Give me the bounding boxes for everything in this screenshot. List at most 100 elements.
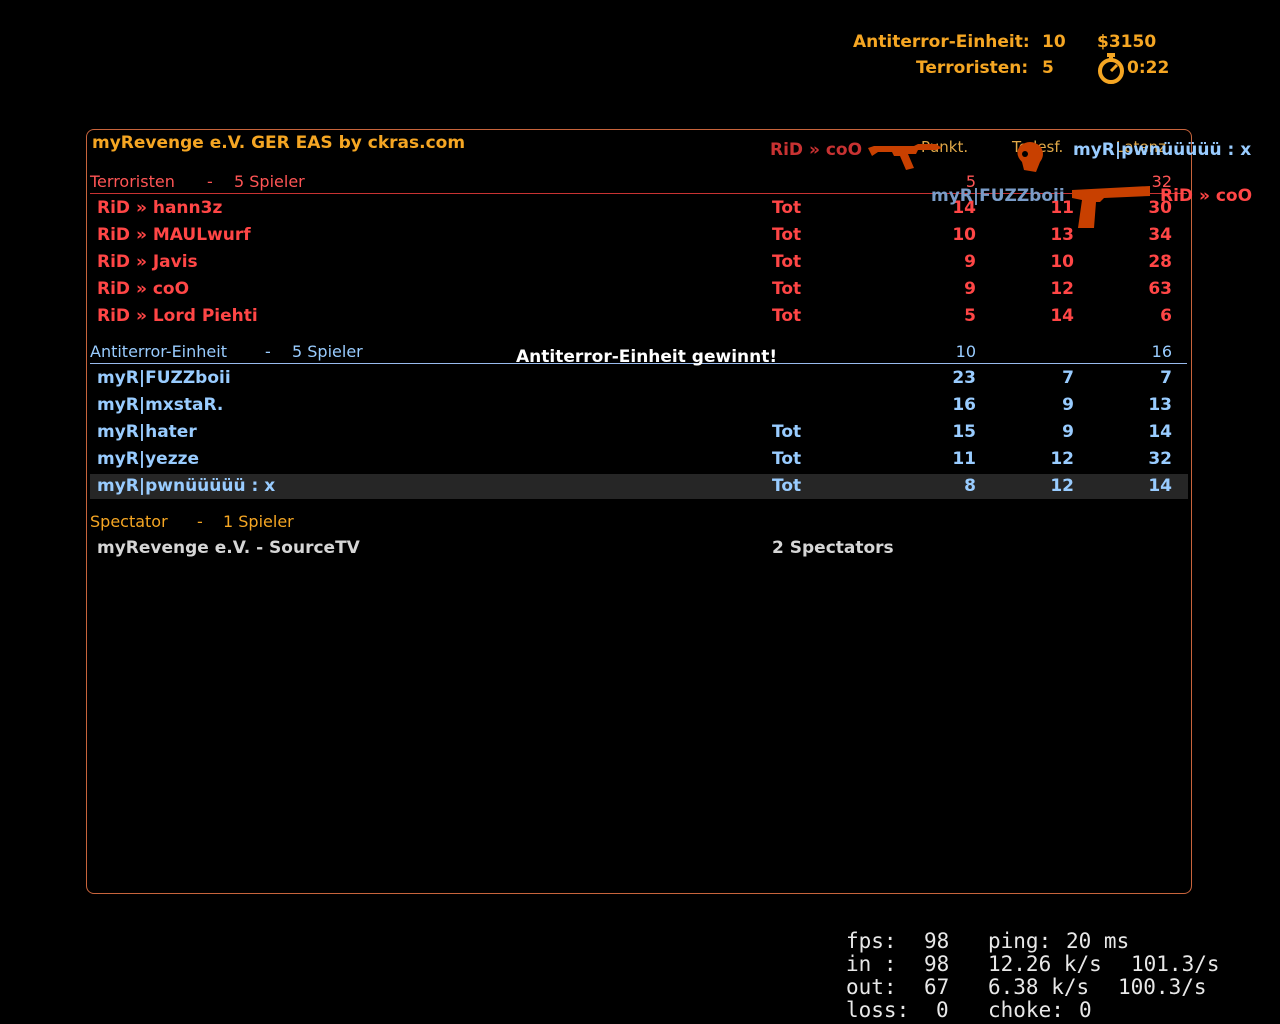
- net-out-rate: 6.38 k/s: [988, 975, 1090, 999]
- player-latency: 28: [1148, 252, 1172, 272]
- net-ping-label: ping:: [988, 929, 1052, 953]
- net-in-rate: 12.26 k/s: [988, 952, 1102, 976]
- net-in-label: in :: [846, 952, 897, 976]
- stopwatch-icon: [1096, 52, 1126, 89]
- net-graph: fps: 98 ping: 20 ms in : 98 12.26 k/s 10…: [846, 930, 1266, 1022]
- player-deaths: 9: [1062, 395, 1074, 415]
- player-score: 5: [964, 306, 976, 326]
- player-score: 23: [952, 368, 976, 388]
- player-status: Tot: [772, 279, 802, 299]
- table-row[interactable]: RiD » Lord Piehti Tot 5 14 6: [0, 306, 1280, 330]
- net-choke-label: choke:: [988, 998, 1064, 1022]
- player-score: 11: [952, 449, 976, 469]
- net-ping: 20 ms: [1066, 929, 1130, 953]
- ak47-icon: [866, 138, 944, 176]
- player-status: Tot: [772, 252, 802, 272]
- player-latency: 7: [1160, 368, 1172, 388]
- ct-score: 10: [1042, 32, 1066, 52]
- spectator-name: myRevenge e.V. - SourceTV: [97, 538, 360, 558]
- player-score: 8: [964, 476, 976, 496]
- player-status: Tot: [772, 449, 802, 469]
- team-ct-score: 10: [955, 342, 976, 361]
- player-name: myR|FUZZboii: [97, 368, 231, 388]
- net-choke: 0: [1079, 998, 1092, 1022]
- player-name: myR|yezze: [97, 449, 200, 469]
- table-row[interactable]: myR|hater Tot 15 9 14: [0, 422, 1280, 446]
- team-ct-sep: -: [265, 342, 271, 361]
- net-loss-label: loss:: [846, 998, 910, 1022]
- player-status: Tot: [772, 225, 802, 245]
- table-row[interactable]: myR|FUZZboii 23 7 7: [0, 368, 1280, 392]
- player-name: RiD » coO: [97, 279, 190, 299]
- player-latency: 14: [1148, 422, 1172, 442]
- player-deaths: 12: [1050, 449, 1074, 469]
- player-name: myR|hater: [97, 422, 197, 442]
- player-name: RiD » Javis: [97, 252, 198, 272]
- player-latency: 14: [1148, 476, 1172, 496]
- player-deaths: 12: [1050, 476, 1074, 496]
- killfeed-entry: myR|FUZZboii RiD » coO: [920, 180, 1270, 228]
- player-deaths: 9: [1062, 422, 1074, 442]
- team-ct-count: 5 Spieler: [292, 342, 363, 361]
- player-name: RiD » MAULwurf: [97, 225, 251, 245]
- team-t-count: 5 Spieler: [234, 172, 305, 191]
- net-in-rate2: 101.3/s: [1131, 952, 1220, 976]
- killfeed-victim: RiD » coO: [1160, 186, 1253, 206]
- deagle-icon: [1070, 184, 1152, 234]
- net-loss: 0: [936, 998, 949, 1022]
- player-score: 9: [964, 252, 976, 272]
- player-status: Tot: [772, 198, 802, 218]
- team-ct-latency: 16: [1151, 342, 1172, 361]
- team-t-label: Terroristen: [90, 172, 175, 191]
- net-fps: 98: [924, 929, 950, 953]
- player-latency: 13: [1148, 395, 1172, 415]
- player-name: RiD » hann3z: [97, 198, 223, 218]
- net-in: 98: [924, 952, 950, 976]
- player-deaths: 13: [1050, 225, 1074, 245]
- team-spectator-label: Spectator: [90, 512, 168, 531]
- team-spectator-sep: -: [197, 512, 203, 531]
- money: $3150: [1097, 32, 1157, 52]
- player-score: 15: [952, 422, 976, 442]
- table-row-local-player[interactable]: myR|pwnüüüüü : x Tot 8 12 14: [0, 476, 1280, 500]
- player-deaths: 14: [1050, 306, 1074, 326]
- net-fps-label: fps:: [846, 929, 897, 953]
- round-win-message: Antiterror-Einheit gewinnt!: [516, 347, 778, 367]
- player-name: myR|mxstaR.: [97, 395, 224, 415]
- player-latency: 6: [1160, 306, 1172, 326]
- ct-label: Antiterror-Einheit:: [853, 32, 1030, 52]
- player-deaths: 10: [1050, 252, 1074, 272]
- player-deaths: 12: [1050, 279, 1074, 299]
- player-latency: 32: [1148, 449, 1172, 469]
- player-status: Tot: [772, 306, 802, 326]
- team-t-sep: -: [207, 172, 213, 191]
- player-name: myR|pwnüüüüü : x: [97, 476, 276, 496]
- player-score: 10: [952, 225, 976, 245]
- team-score-hud: Antiterror-Einheit: 10 $3150 Terroristen…: [850, 32, 1180, 88]
- table-row[interactable]: RiD » coO Tot 9 12 63: [0, 279, 1280, 303]
- table-row[interactable]: myR|mxstaR. 16 9 13: [0, 395, 1280, 419]
- t-label: Terroristen:: [916, 58, 1029, 78]
- round-timer: 0:22: [1127, 58, 1170, 78]
- killfeed-killer: RiD » coO: [770, 140, 863, 160]
- net-out-label: out:: [846, 975, 897, 999]
- killfeed-killer: myR|FUZZboii: [931, 186, 1065, 206]
- net-out-rate2: 100.3/s: [1118, 975, 1207, 999]
- player-status: Tot: [772, 476, 802, 496]
- table-row[interactable]: myR|yezze Tot 11 12 32: [0, 449, 1280, 473]
- killfeed-entry: RiD » coO myR|pwnüüüüü : x: [760, 134, 1260, 174]
- player-deaths: 7: [1062, 368, 1074, 388]
- table-row[interactable]: myRevenge e.V. - SourceTV 2 Spectators: [0, 538, 1280, 562]
- table-row[interactable]: RiD » Javis Tot 9 10 28: [0, 252, 1280, 276]
- killfeed-victim: myR|pwnüüüüü : x: [1073, 140, 1252, 160]
- headshot-icon: [1012, 140, 1048, 178]
- team-spectator-count: 1 Spieler: [223, 512, 294, 531]
- player-score: 9: [964, 279, 976, 299]
- server-name: myRevenge e.V. GER EAS by ckras.com: [92, 133, 466, 153]
- net-out: 67: [924, 975, 950, 999]
- team-ct-label: Antiterror-Einheit: [90, 342, 227, 361]
- player-latency: 63: [1148, 279, 1172, 299]
- player-score: 16: [952, 395, 976, 415]
- t-score: 5: [1042, 58, 1054, 78]
- player-status: Tot: [772, 422, 802, 442]
